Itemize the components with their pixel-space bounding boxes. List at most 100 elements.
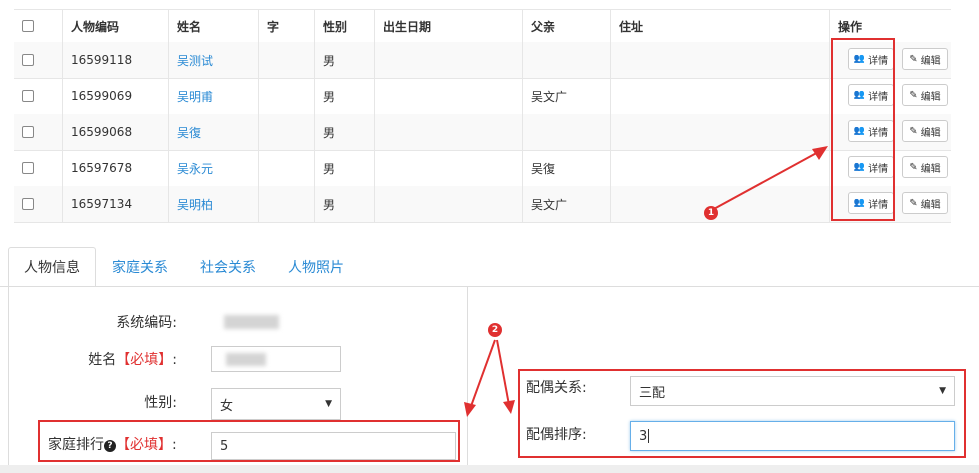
- spouse-relation-select[interactable]: 三配 ▼: [630, 376, 955, 406]
- gender-label: 性别:: [144, 395, 177, 411]
- edit-icon: ✎: [909, 197, 918, 209]
- system-code-value-redacted: [224, 315, 279, 329]
- text-cursor: [648, 429, 650, 443]
- edit-button[interactable]: ✎ 编辑: [902, 120, 948, 142]
- table-header-cell: 性别: [314, 10, 374, 42]
- annotation-arrow-1: [711, 146, 828, 211]
- name-label: 姓名【必填】:: [88, 352, 177, 368]
- edit-button[interactable]: ✎ 编辑: [902, 84, 948, 106]
- table-cell: [14, 114, 62, 150]
- edit-button[interactable]: ✎ 编辑: [902, 48, 948, 70]
- table-cell: [522, 42, 610, 78]
- gender-select-value: 女: [220, 398, 234, 414]
- cell-text: 16597678: [71, 161, 133, 175]
- table-cell: [374, 150, 522, 186]
- table-header-row: 人物编码 姓名字性别 出生日期 父亲 住址 操作: [14, 10, 951, 43]
- table-cell: 吴復: [522, 150, 610, 186]
- name-input[interactable]: [211, 346, 341, 372]
- spouse-relation-value: 三配: [639, 385, 666, 401]
- table-cell: 男: [314, 150, 374, 186]
- table-cell: [258, 78, 314, 114]
- table-row: 16599118 吴测试男 👥 详情 ✎ 编辑: [14, 42, 951, 79]
- table-cell: [14, 42, 62, 78]
- person-name-link[interactable]: 吴復: [177, 124, 201, 141]
- table-cell: [258, 150, 314, 186]
- table-header-cell: 姓名: [168, 10, 258, 42]
- table-cell: [14, 186, 62, 222]
- person-name-link[interactable]: 吴明柏: [177, 196, 213, 213]
- table-cell: 吴明甫: [168, 78, 258, 114]
- person-name-link[interactable]: 吴永元: [177, 160, 213, 177]
- annotation-arrows-2: [464, 339, 515, 417]
- table-cell: [14, 150, 62, 186]
- cell-text: 男: [323, 197, 336, 212]
- table-header-cell: 住址: [610, 10, 829, 42]
- cell-text: 吴文广: [531, 89, 568, 104]
- select-all-checkbox[interactable]: [22, 20, 34, 32]
- chevron-down-icon: ▼: [325, 399, 332, 409]
- tab-person-info[interactable]: 人物信息: [8, 247, 96, 287]
- chevron-down-icon: ▼: [939, 386, 946, 396]
- edit-button-label: 编辑: [920, 91, 941, 103]
- gender-select[interactable]: 女 ▼: [211, 388, 341, 420]
- edit-button[interactable]: ✎ 编辑: [902, 156, 948, 178]
- table-cell: 男: [314, 78, 374, 114]
- table-cell: 男: [314, 114, 374, 150]
- table-cell: [258, 42, 314, 78]
- cell-text: 16599069: [71, 89, 133, 103]
- row-checkbox[interactable]: [22, 90, 34, 102]
- person-name-link[interactable]: 吴测试: [177, 52, 213, 69]
- table-cell: [610, 42, 829, 78]
- table-cell: 16599118: [62, 42, 168, 78]
- edit-icon: ✎: [909, 53, 918, 65]
- table-cell: 吴明柏: [168, 186, 258, 222]
- cell-text: 男: [323, 125, 336, 140]
- cell-text: 男: [323, 161, 336, 176]
- tab-family-relations[interactable]: 家庭关系: [100, 247, 180, 287]
- row-checkbox[interactable]: [22, 162, 34, 174]
- tab-person-photos[interactable]: 人物照片: [276, 247, 356, 287]
- table-cell: 吴测试: [168, 42, 258, 78]
- table-header-cell: 出生日期: [374, 10, 522, 42]
- tab-social-relations[interactable]: 社会关系: [188, 247, 268, 287]
- family-rank-value: 5: [220, 438, 229, 454]
- person-name-link[interactable]: 吴明甫: [177, 88, 213, 105]
- row-checkbox[interactable]: [22, 126, 34, 138]
- cell-text: 16597134: [71, 197, 133, 211]
- table-cell: 16599069: [62, 78, 168, 114]
- table-cell: 16597134: [62, 186, 168, 222]
- table-header-cell: 父亲: [522, 10, 610, 42]
- detail-buttons-highlight: [831, 38, 895, 221]
- table-cell: [374, 114, 522, 150]
- cell-text: 16599068: [71, 125, 133, 139]
- table-cell: 16599068: [62, 114, 168, 150]
- cell-text: 16599118: [71, 53, 133, 67]
- table-cell: 吴文广: [522, 78, 610, 114]
- table-header-cell: 字: [258, 10, 314, 42]
- spouse-order-value: 3: [639, 428, 648, 444]
- table-header-cell: 人物编码: [62, 10, 168, 42]
- table-cell: [374, 78, 522, 114]
- edit-button-label: 编辑: [920, 127, 941, 139]
- cell-text: 吴復: [531, 161, 556, 176]
- spouse-order-input[interactable]: 3: [630, 421, 955, 451]
- tab-bar: 人物信息 家庭关系 社会关系 人物照片: [0, 243, 979, 287]
- edit-icon: ✎: [909, 89, 918, 101]
- table-cell: 男: [314, 42, 374, 78]
- family-rank-input[interactable]: 5: [211, 432, 456, 460]
- cell-text: 男: [323, 89, 336, 104]
- spouse-relation-label: 配偶关系:: [526, 380, 587, 396]
- table-cell: 吴文广: [522, 186, 610, 222]
- table-row: 16599069 吴明甫男吴文广 👥 详情 ✎ 编辑: [14, 78, 951, 115]
- table-header-cell: [14, 10, 62, 42]
- bottom-scroll-strip: [0, 465, 979, 473]
- table-cell: [14, 78, 62, 114]
- name-value-redacted: [226, 352, 266, 366]
- row-checkbox[interactable]: [22, 198, 34, 210]
- table-cell: [522, 114, 610, 150]
- annotation-badge-1: 1: [704, 206, 718, 220]
- row-checkbox[interactable]: [22, 54, 34, 66]
- edit-button-label: 编辑: [920, 199, 941, 211]
- edit-button[interactable]: ✎ 编辑: [902, 192, 948, 214]
- help-circle-icon[interactable]: ?: [104, 440, 116, 452]
